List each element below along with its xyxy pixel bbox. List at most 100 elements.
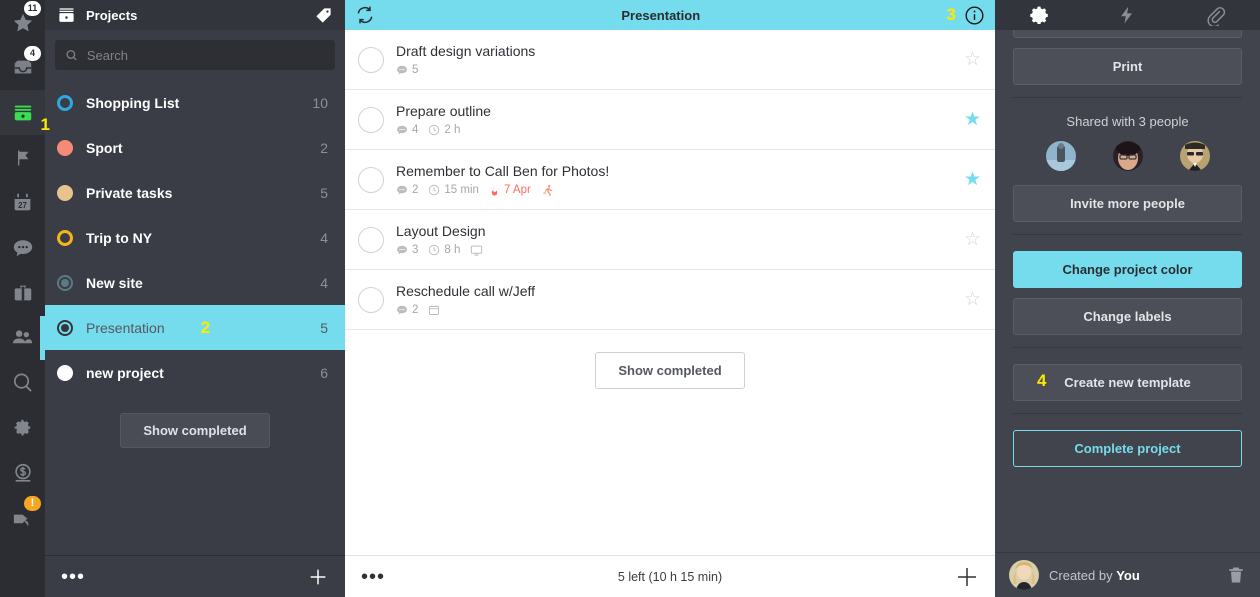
project-color-dot — [57, 319, 73, 336]
create-new-template-button[interactable]: Create new template — [1013, 364, 1242, 401]
invite-more-people-button[interactable]: Invite more people — [1013, 185, 1242, 222]
divider — [1013, 97, 1242, 98]
plus-icon[interactable] — [307, 566, 329, 588]
gear-icon — [1030, 6, 1048, 25]
divider — [1013, 234, 1242, 235]
task-row[interactable]: Draft design variations 5 ☆ — [345, 30, 995, 90]
calendar-icon — [429, 305, 440, 315]
project-count: 5 — [320, 184, 328, 201]
search-wrapper — [45, 30, 345, 80]
meta-text: 15 min — [444, 184, 479, 196]
comment-icon — [397, 65, 407, 75]
sidebar-title: Projects — [86, 7, 138, 23]
rail-item-settings[interactable] — [0, 405, 45, 450]
avatar[interactable] — [1045, 141, 1076, 171]
refresh-icon[interactable] — [355, 5, 375, 25]
avatar[interactable] — [1179, 141, 1210, 171]
search-input[interactable] — [86, 47, 325, 63]
task-star-toggle[interactable]: ★ — [964, 110, 981, 129]
svg-text:27: 27 — [18, 201, 27, 210]
project-item-new-site[interactable]: New site 4 — [45, 260, 345, 305]
meta-text: 5 — [412, 64, 419, 76]
task-meta: 2 15 min 7 Apr — [396, 184, 964, 197]
task-row[interactable]: Reschedule call w/Jeff 2 ☆ — [345, 270, 995, 330]
task-body: Reschedule call w/Jeff 2 — [396, 283, 964, 316]
task-row[interactable]: Layout Design 3 8 h ☆ — [345, 210, 995, 270]
wallet-icon — [14, 105, 31, 120]
task-checkbox[interactable] — [358, 46, 384, 73]
rail-item-briefcase[interactable] — [0, 270, 45, 315]
project-item-new-project[interactable]: new project 6 — [45, 350, 345, 395]
ellipsis-icon[interactable]: ••• — [361, 567, 385, 587]
task-body: Layout Design 3 8 h — [396, 223, 964, 257]
divider — [1013, 413, 1242, 414]
project-item-trip-to-ny[interactable]: Trip to NY 4 — [45, 215, 345, 260]
task-star-toggle[interactable]: ★ — [964, 170, 981, 189]
meta-text: 8 h — [444, 244, 461, 256]
rail-item-calendar[interactable]: 27 — [0, 180, 45, 225]
change-project-color-button[interactable]: Change project color — [1013, 251, 1242, 288]
annotation-4: 4 — [1037, 371, 1047, 390]
meta-comments: 4 — [396, 124, 418, 136]
info-icon[interactable] — [964, 5, 985, 26]
project-item-shopping-list[interactable]: Shopping List 10 — [45, 80, 345, 125]
avatar[interactable] — [1112, 141, 1143, 171]
change-labels-button[interactable]: Change labels — [1013, 298, 1242, 335]
project-color-dot — [57, 139, 73, 156]
search-icon — [66, 50, 77, 61]
tab-settings[interactable] — [995, 0, 1083, 30]
rail-item-wallet[interactable]: 1 — [0, 90, 50, 135]
tag-icon[interactable] — [314, 6, 333, 25]
task-checkbox[interactable] — [358, 226, 384, 253]
search-icon — [13, 373, 32, 392]
badge-feedback: ! — [24, 496, 41, 511]
dollar-icon — [14, 463, 31, 482]
complete-project-button[interactable]: Complete project — [1013, 430, 1242, 467]
rail-item-search[interactable] — [0, 360, 45, 405]
task-star-toggle[interactable]: ☆ — [964, 230, 981, 249]
task-checkbox[interactable] — [358, 166, 384, 193]
meta-comments: 2 — [396, 304, 418, 316]
project-item-presentation[interactable]: Presentation 2 5 — [45, 305, 345, 350]
project-count: 6 — [320, 364, 328, 381]
rail-item-chat[interactable] — [0, 225, 45, 270]
task-row[interactable]: Prepare outline 4 2 h ★ — [345, 90, 995, 150]
print-button[interactable]: Print — [1013, 48, 1242, 85]
project-label: new project — [86, 364, 164, 381]
flag-icon — [17, 150, 28, 165]
search-box[interactable] — [55, 40, 335, 70]
rail-item-feedback[interactable]: ! — [0, 495, 45, 540]
rail-item-star[interactable]: 11 — [0, 0, 45, 45]
tab-attachments[interactable] — [1172, 0, 1260, 30]
rail-item-inbox[interactable]: 4 — [0, 45, 45, 90]
task-title: Remember to Call Ben for Photos! — [396, 162, 610, 179]
meta-estimate: 15 min — [428, 184, 479, 196]
badge-star: 11 — [24, 1, 41, 16]
tab-automation[interactable] — [1083, 0, 1171, 30]
task-title: Draft design variations — [396, 43, 536, 59]
task-star-toggle[interactable]: ☆ — [964, 290, 981, 309]
rail-item-billing[interactable] — [0, 450, 45, 495]
calendar-icon: 27 — [14, 193, 31, 211]
sidebar-show-completed-button[interactable]: Show completed — [120, 413, 270, 448]
creator-avatar — [1009, 560, 1039, 590]
task-checkbox[interactable] — [358, 106, 384, 133]
meta-estimate: 8 h — [428, 244, 460, 256]
rail-item-people[interactable] — [0, 315, 45, 360]
project-item-private-tasks[interactable]: Private tasks 5 — [45, 170, 345, 215]
project-item-sport[interactable]: Sport 2 — [45, 125, 345, 170]
meta-text: 7 Apr — [503, 184, 531, 196]
meta-comments: 3 — [396, 244, 418, 256]
task-title: Prepare outline — [396, 103, 491, 119]
clipped-button-above[interactable] — [1013, 30, 1242, 38]
rail-item-flag[interactable] — [0, 135, 45, 180]
task-row[interactable]: Remember to Call Ben for Photos! 2 15 mi… — [345, 150, 995, 210]
project-count: 10 — [312, 94, 328, 111]
plus-icon[interactable] — [955, 565, 979, 589]
task-checkbox[interactable] — [358, 286, 384, 313]
ellipsis-icon[interactable]: ••• — [61, 567, 85, 587]
main-show-completed-button[interactable]: Show completed — [595, 352, 745, 389]
clock-icon — [429, 124, 440, 136]
task-star-toggle[interactable]: ☆ — [964, 50, 981, 69]
trash-icon[interactable] — [1226, 565, 1246, 585]
